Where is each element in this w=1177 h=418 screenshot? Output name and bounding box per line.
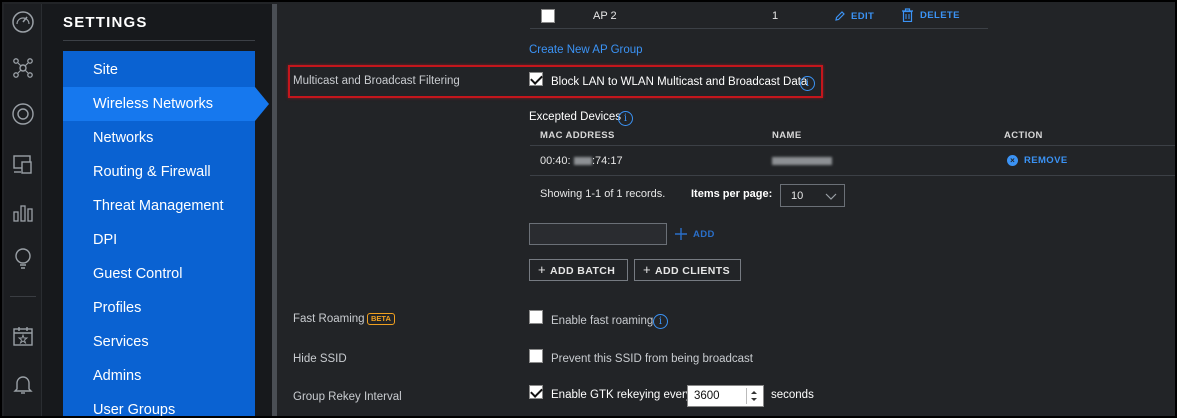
add-batch-label: ADD BATCH (550, 265, 616, 277)
icon-rail (4, 4, 42, 416)
ap-group-count: 1 (772, 10, 779, 22)
mac-prefix: 00:40: (540, 155, 571, 167)
alerts-bell-icon[interactable] (9, 370, 37, 398)
edit-button[interactable]: EDIT (834, 8, 874, 24)
delete-button[interactable]: DELETE (901, 7, 960, 23)
ap-group-name: AP 2 (593, 10, 617, 22)
nav-item-profiles[interactable]: Profiles (63, 291, 255, 325)
hide-ssid-checkbox[interactable] (529, 349, 543, 363)
mac-address-input[interactable] (529, 223, 667, 245)
rekey-interval-value: 3600 (694, 390, 720, 402)
block-multicast-checkbox[interactable] (529, 72, 543, 86)
group-rekey-label: Group Rekey Interval (293, 391, 402, 403)
plus-icon: + (643, 262, 651, 277)
excepted-devices-title: Excepted Devices (529, 111, 622, 123)
add-clients-label: ADD CLIENTS (655, 265, 730, 277)
nav-item-dpi[interactable]: DPI (63, 223, 255, 257)
main-content: AP 2 1 EDIT DELETE Create New AP Group M… (277, 4, 1175, 416)
nav-item-threat-management[interactable]: Threat Management (63, 189, 255, 223)
clients-icon[interactable] (9, 150, 37, 178)
chevron-down-icon (825, 193, 837, 200)
plus-icon (675, 228, 687, 240)
trash-icon (902, 8, 913, 22)
stepper[interactable] (746, 388, 760, 404)
mac-redacted (574, 157, 592, 165)
app-window: SETTINGS Site Wireless Networks Networks… (0, 0, 1177, 418)
statistics-icon[interactable] (9, 198, 37, 226)
nav-item-guest-control[interactable]: Guest Control (63, 257, 255, 291)
multicast-label: Multicast and Broadcast Filtering (293, 75, 460, 87)
hide-ssid-checkbox-label: Prevent this SSID from being broadcast (551, 353, 753, 365)
hide-ssid-label: Hide SSID (293, 353, 347, 365)
nav-item-wireless-networks[interactable]: Wireless Networks (63, 87, 269, 121)
block-multicast-label: Block LAN to WLAN Multicast and Broadcas… (551, 76, 808, 88)
settings-nav: Site Wireless Networks Networks Routing … (63, 51, 269, 416)
info-icon[interactable]: i (618, 111, 633, 126)
info-icon[interactable]: i (653, 314, 668, 329)
fast-roaming-label: Fast Roaming (293, 313, 365, 325)
nav-item-routing-firewall[interactable]: Routing & Firewall (63, 155, 255, 189)
items-per-page-label: Items per page: (691, 188, 773, 200)
mac-suffix: :74:17 (592, 155, 623, 167)
column-header-name[interactable]: NAME (772, 130, 802, 141)
add-batch-button[interactable]: + ADD BATCH (529, 259, 628, 281)
showing-records-text: Showing 1-1 of 1 records. (540, 188, 666, 200)
nav-item-admins[interactable]: Admins (63, 359, 255, 393)
ap-group-row-divider (530, 28, 988, 29)
rail-separator (10, 296, 36, 297)
events-icon[interactable] (9, 322, 37, 350)
rekey-unit: seconds (771, 389, 814, 401)
column-header-action: ACTION (1004, 130, 1043, 141)
topology-icon[interactable] (9, 54, 37, 82)
fast-roaming-checkbox-label: Enable fast roaming (551, 315, 654, 327)
active-item-arrow (255, 87, 269, 121)
edit-label: EDIT (851, 10, 875, 22)
settings-title: SETTINGS (63, 14, 148, 31)
add-clients-button[interactable]: + ADD CLIENTS (634, 259, 741, 281)
settings-panel: SETTINGS Site Wireless Networks Networks… (42, 4, 272, 416)
stepper-arrows-icon (751, 391, 757, 401)
items-per-page-value: 10 (791, 190, 804, 202)
plus-icon: + (538, 262, 546, 277)
nav-item-networks[interactable]: Networks (63, 121, 255, 155)
nav-item-user-groups[interactable]: User Groups (63, 393, 255, 416)
table-header-divider (530, 145, 1175, 146)
info-icon[interactable]: i (800, 76, 815, 91)
nav-item-label: Wireless Networks (93, 96, 214, 112)
column-header-mac[interactable]: MAC ADDRESS (540, 130, 615, 141)
dashboard-icon[interactable] (9, 8, 37, 36)
table-row-divider (530, 175, 1175, 176)
rekey-interval-input[interactable]: 3600 (687, 385, 764, 407)
ap-group-checkbox[interactable] (541, 9, 555, 23)
gtk-rekey-checkbox-label: Enable GTK rekeying every (551, 389, 692, 401)
remove-x-icon: × (1007, 155, 1018, 166)
nav-item-services[interactable]: Services (63, 325, 255, 359)
gtk-rekey-checkbox[interactable] (529, 385, 543, 399)
insights-icon[interactable] (9, 244, 37, 272)
delete-label: DELETE (920, 9, 960, 21)
nav-item-site[interactable]: Site (63, 53, 255, 87)
create-ap-group-link[interactable]: Create New AP Group (529, 44, 643, 56)
remove-button[interactable]: × REMOVE (1007, 155, 1068, 166)
device-name-redacted (772, 157, 832, 165)
add-label: ADD (693, 228, 715, 240)
settings-title-rule (63, 40, 255, 41)
beta-badge: BETA (367, 313, 395, 325)
devices-icon[interactable] (9, 100, 37, 128)
fast-roaming-checkbox[interactable] (529, 310, 543, 324)
pencil-icon (835, 11, 845, 21)
items-per-page-select[interactable]: 10 (780, 184, 845, 207)
remove-label: REMOVE (1024, 155, 1068, 166)
add-device-button[interactable]: ADD (674, 227, 715, 241)
